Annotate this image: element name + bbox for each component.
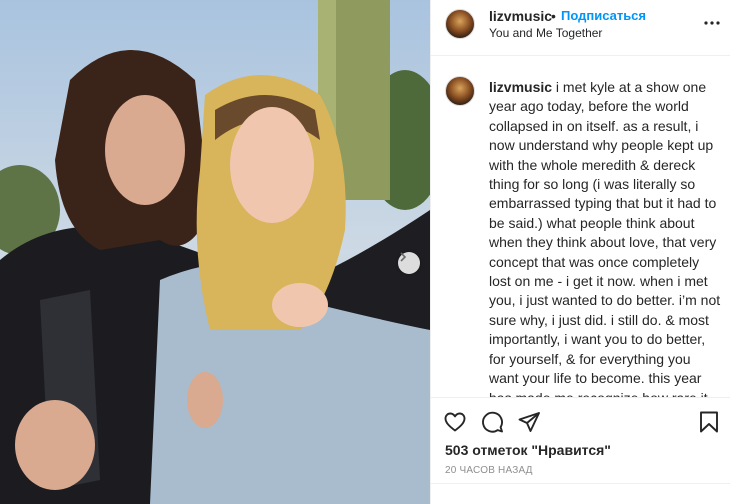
bookmark-icon: [700, 411, 718, 433]
save-button[interactable]: [697, 410, 723, 436]
comments-area[interactable]: lizvmusic i met kyle at a show one year …: [431, 56, 730, 397]
caption: lizvmusic i met kyle at a show one year …: [489, 78, 721, 397]
location-link[interactable]: You and Me Together: [489, 26, 602, 40]
likes-count[interactable]: 503 отметок "Нравится": [445, 442, 611, 458]
chevron-right-icon: [400, 252, 407, 262]
caption-text: i met kyle at a show one year ago today,…: [489, 79, 721, 397]
avatar[interactable]: [445, 9, 475, 39]
photo-illustration: [0, 0, 430, 504]
header-username[interactable]: lizvmusic: [489, 8, 552, 24]
send-icon: [518, 412, 540, 432]
post-timestamp[interactable]: 20 часов назад: [445, 465, 533, 476]
comment-button[interactable]: [480, 410, 506, 436]
post-actions: 503 отметок "Нравится" 20 часов назад: [431, 397, 730, 504]
horizontal-divider: [431, 483, 730, 484]
post-sidebar: lizvmusic • Подписаться You and Me Toget…: [431, 0, 730, 504]
comment-icon: [482, 411, 503, 433]
caption-username[interactable]: lizvmusic: [489, 79, 552, 95]
follow-button[interactable]: Подписаться: [561, 8, 646, 23]
post-photo[interactable]: [0, 0, 430, 504]
carousel-next-button[interactable]: [398, 252, 420, 274]
post-header: lizvmusic • Подписаться You and Me Toget…: [431, 0, 730, 56]
caption-avatar[interactable]: [445, 76, 475, 106]
share-button[interactable]: [517, 410, 543, 436]
more-horizontal-icon: [704, 21, 720, 25]
separator-dot: •: [551, 8, 556, 24]
heart-icon: [444, 412, 466, 432]
like-button[interactable]: [443, 410, 469, 436]
more-options-button[interactable]: [703, 14, 721, 32]
